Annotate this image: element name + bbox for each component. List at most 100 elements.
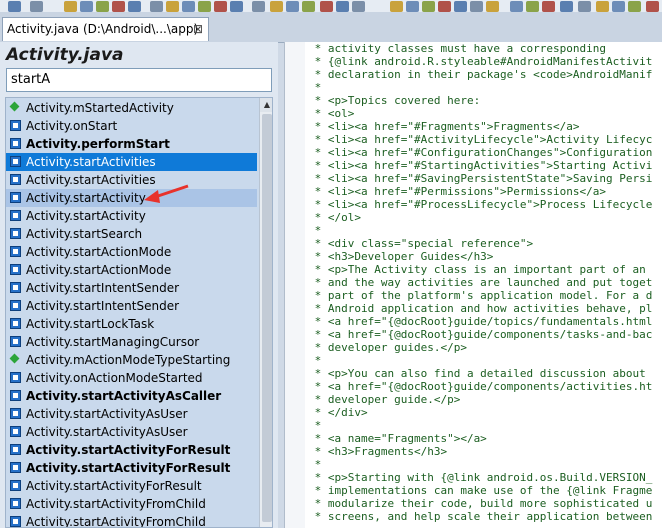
toolbar-button[interactable] <box>112 1 125 12</box>
list-item[interactable]: Activity.performStart <box>6 135 257 153</box>
toolbar-button[interactable] <box>486 1 499 12</box>
list-item-label: Activity.performStart <box>26 137 170 151</box>
code-line: * part of the platform's application mod… <box>308 289 653 302</box>
method-icon <box>10 282 21 293</box>
toolbar-button[interactable] <box>230 1 243 12</box>
method-icon <box>10 372 21 383</box>
toolbar-button[interactable] <box>96 1 109 12</box>
list-item[interactable]: Activity.startActivityFromChild <box>6 495 257 513</box>
list-item-label: Activity.startActivity <box>26 191 146 205</box>
toolbar-button[interactable] <box>286 1 299 12</box>
list-item[interactable]: Activity.startLockTask <box>6 315 257 333</box>
toolbar-button[interactable] <box>80 1 93 12</box>
code-line: * <p>Starting with {@link android.os.Bui… <box>308 471 653 484</box>
toolbar-button[interactable] <box>406 1 419 12</box>
toolbar-button[interactable] <box>182 1 195 12</box>
list-item[interactable]: Activity.startActivities <box>6 153 257 171</box>
list-item-label: Activity.startLockTask <box>26 317 155 331</box>
toolbar-button[interactable] <box>352 1 365 12</box>
symbol-search-panel: Activity.java startA Activity.mStartedAc… <box>0 42 278 528</box>
code-line: * developer guide.</p> <box>308 393 461 406</box>
list-item[interactable]: Activity.startActivityAsCaller <box>6 387 257 405</box>
code-line: * <li><a href="#StartingActivities">Star… <box>308 159 653 172</box>
toolbar-button[interactable] <box>336 1 349 12</box>
method-icon <box>10 498 21 509</box>
toolbar-button[interactable] <box>470 1 483 12</box>
panel-title: Activity.java <box>6 45 124 65</box>
toolbar-button[interactable] <box>542 1 555 12</box>
toolbar-button[interactable] <box>560 1 573 12</box>
code-line: * <h3>Fragments</h3> <box>308 445 448 458</box>
list-item-label: Activity.startActivityAsCaller <box>26 389 222 403</box>
list-item-label: Activity.startActivityFromChild <box>26 515 206 528</box>
close-icon[interactable]: ⊠ <box>193 18 203 40</box>
list-item[interactable]: Activity.startActivityForResult <box>6 459 257 477</box>
toolbar-button[interactable] <box>270 1 283 12</box>
toolbar-button[interactable] <box>526 1 539 12</box>
list-item[interactable]: Activity.startActionMode <box>6 243 257 261</box>
toolbar-button[interactable] <box>128 1 141 12</box>
list-item-label: Activity.startActivities <box>26 155 156 169</box>
method-icon <box>10 408 21 419</box>
method-icon <box>10 246 21 257</box>
code-editor[interactable]: * activity classes must have a correspon… <box>284 42 662 528</box>
toolbar-button[interactable] <box>438 1 451 12</box>
list-item[interactable]: Activity.startIntentSender <box>6 279 257 297</box>
list-item[interactable]: Activity.startActivityAsUser <box>6 405 257 423</box>
list-item-label: Activity.mStartedActivity <box>26 101 174 115</box>
toolbar-button[interactable] <box>422 1 435 12</box>
toolbar-button[interactable] <box>8 1 21 12</box>
method-icon <box>10 390 21 401</box>
code-line: * <a href="{@docRoot}guide/components/ta… <box>308 328 653 341</box>
list-item[interactable]: Activity.startActivities <box>6 171 257 189</box>
toolbar-button[interactable] <box>646 1 659 12</box>
list-item[interactable]: Activity.startActionMode <box>6 261 257 279</box>
toolbar-button[interactable] <box>150 1 163 12</box>
toolbar-button[interactable] <box>214 1 227 12</box>
search-input[interactable]: startA <box>6 68 272 92</box>
list-item[interactable]: Activity.onActionModeStarted <box>6 369 257 387</box>
code-line: * {@link android.R.styleable#AndroidMani… <box>308 55 653 68</box>
list-item[interactable]: Activity.startActivityFromChild <box>6 513 257 528</box>
toolbar-button[interactable] <box>596 1 609 12</box>
list-item[interactable]: Activity.mActionModeTypeStarting <box>6 351 257 369</box>
toolbar-button[interactable] <box>166 1 179 12</box>
toolbar-button[interactable] <box>628 1 641 12</box>
list-item[interactable]: Activity.mStartedActivity <box>6 99 257 117</box>
toolbar-button[interactable] <box>64 1 77 12</box>
list-item[interactable]: Activity.startSearch <box>6 225 257 243</box>
toolbar-button[interactable] <box>454 1 467 12</box>
toolbar-button[interactable] <box>510 1 523 12</box>
toolbar-button[interactable] <box>302 1 315 12</box>
list-item[interactable]: Activity.onStart <box>6 117 257 135</box>
list-item[interactable]: Activity.startActivityForResult <box>6 441 257 459</box>
list-item[interactable]: Activity.startActivityForResult <box>6 477 257 495</box>
list-item[interactable]: Activity.startActivity <box>6 207 257 225</box>
list-item[interactable]: Activity.startActivity <box>6 189 257 207</box>
toolbar-button[interactable] <box>30 1 43 12</box>
method-icon <box>10 138 21 149</box>
toolbar-button[interactable] <box>578 1 591 12</box>
method-icon <box>10 462 21 473</box>
scrollbar-thumb[interactable] <box>262 114 272 522</box>
list-item[interactable]: Activity.startManagingCursor <box>6 333 257 351</box>
code-line: * <li><a href="#SavingPersistentState">S… <box>308 172 653 185</box>
list-item-label: Activity.startActivities <box>26 173 156 187</box>
toolbar-button[interactable] <box>390 1 403 12</box>
editor-tab[interactable]: Activity.java (D:\Android\...\app) ⊠ <box>2 17 209 41</box>
toolbar-button[interactable] <box>198 1 211 12</box>
code-line: * <h3>Developer Guides</h3> <box>308 250 494 263</box>
list-item-label: Activity.startActivityFromChild <box>26 497 206 511</box>
list-item[interactable]: Activity.startIntentSender <box>6 297 257 315</box>
scroll-up-icon[interactable]: ▲ <box>260 98 272 112</box>
code-line: * implementations can make use of the {@… <box>308 484 653 497</box>
vertical-scrollbar[interactable]: ▲ <box>259 98 272 527</box>
code-line: * </div> <box>308 406 368 419</box>
code-line: * <p>Topics covered here: <box>308 94 481 107</box>
list-item-label: Activity.startIntentSender <box>26 299 180 313</box>
toolbar-button[interactable] <box>252 1 265 12</box>
list-item[interactable]: Activity.startActivityAsUser <box>6 423 257 441</box>
toolbar-button[interactable] <box>612 1 625 12</box>
toolbar-button[interactable] <box>320 1 333 12</box>
method-icon <box>10 480 21 491</box>
